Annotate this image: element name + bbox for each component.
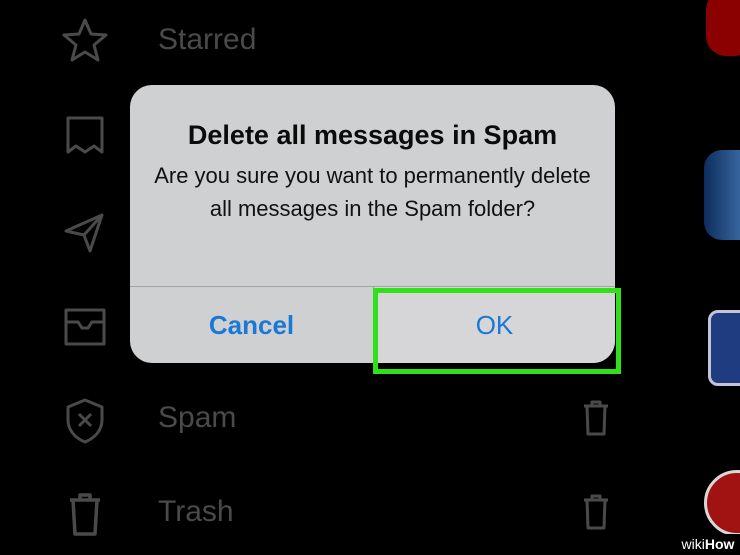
menu-item-trash[interactable]: Trash bbox=[0, 488, 740, 548]
empty-spam-trash-icon[interactable] bbox=[578, 398, 614, 438]
delete-spam-alert-dialog: Delete all messages in Spam Are you sure… bbox=[130, 85, 615, 363]
spam-shield-icon bbox=[58, 394, 112, 448]
inbox-tray-icon bbox=[58, 300, 112, 354]
sent-icon bbox=[58, 205, 112, 259]
right-edge-clipped-content bbox=[702, 0, 740, 555]
watermark-suffix: How bbox=[704, 536, 735, 552]
menu-label-trash: Trash bbox=[158, 495, 234, 528]
menu-item-spam[interactable]: Spam bbox=[0, 394, 740, 454]
menu-item-starred[interactable]: Starred bbox=[0, 14, 740, 74]
trash-icon bbox=[58, 488, 112, 542]
ok-button[interactable]: OK bbox=[374, 287, 615, 363]
cancel-button[interactable]: Cancel bbox=[130, 287, 373, 363]
alert-title: Delete all messages in Spam bbox=[187, 120, 558, 150]
menu-label-spam: Spam bbox=[158, 401, 237, 434]
blue-stripes-graphic bbox=[704, 150, 740, 240]
star-icon bbox=[58, 14, 112, 68]
alert-message: Are you sure you want to permanently del… bbox=[154, 163, 591, 221]
red-circle-graphic bbox=[704, 470, 740, 536]
important-icon bbox=[58, 108, 112, 162]
wikihow-watermark: wikiHow bbox=[676, 534, 740, 555]
empty-trash-trash-icon[interactable] bbox=[578, 492, 614, 532]
blue-square-graphic bbox=[708, 310, 740, 386]
watermark-prefix: wiki bbox=[681, 536, 705, 552]
red-badge-graphic bbox=[706, 0, 740, 56]
menu-label-starred: Starred bbox=[158, 23, 257, 56]
